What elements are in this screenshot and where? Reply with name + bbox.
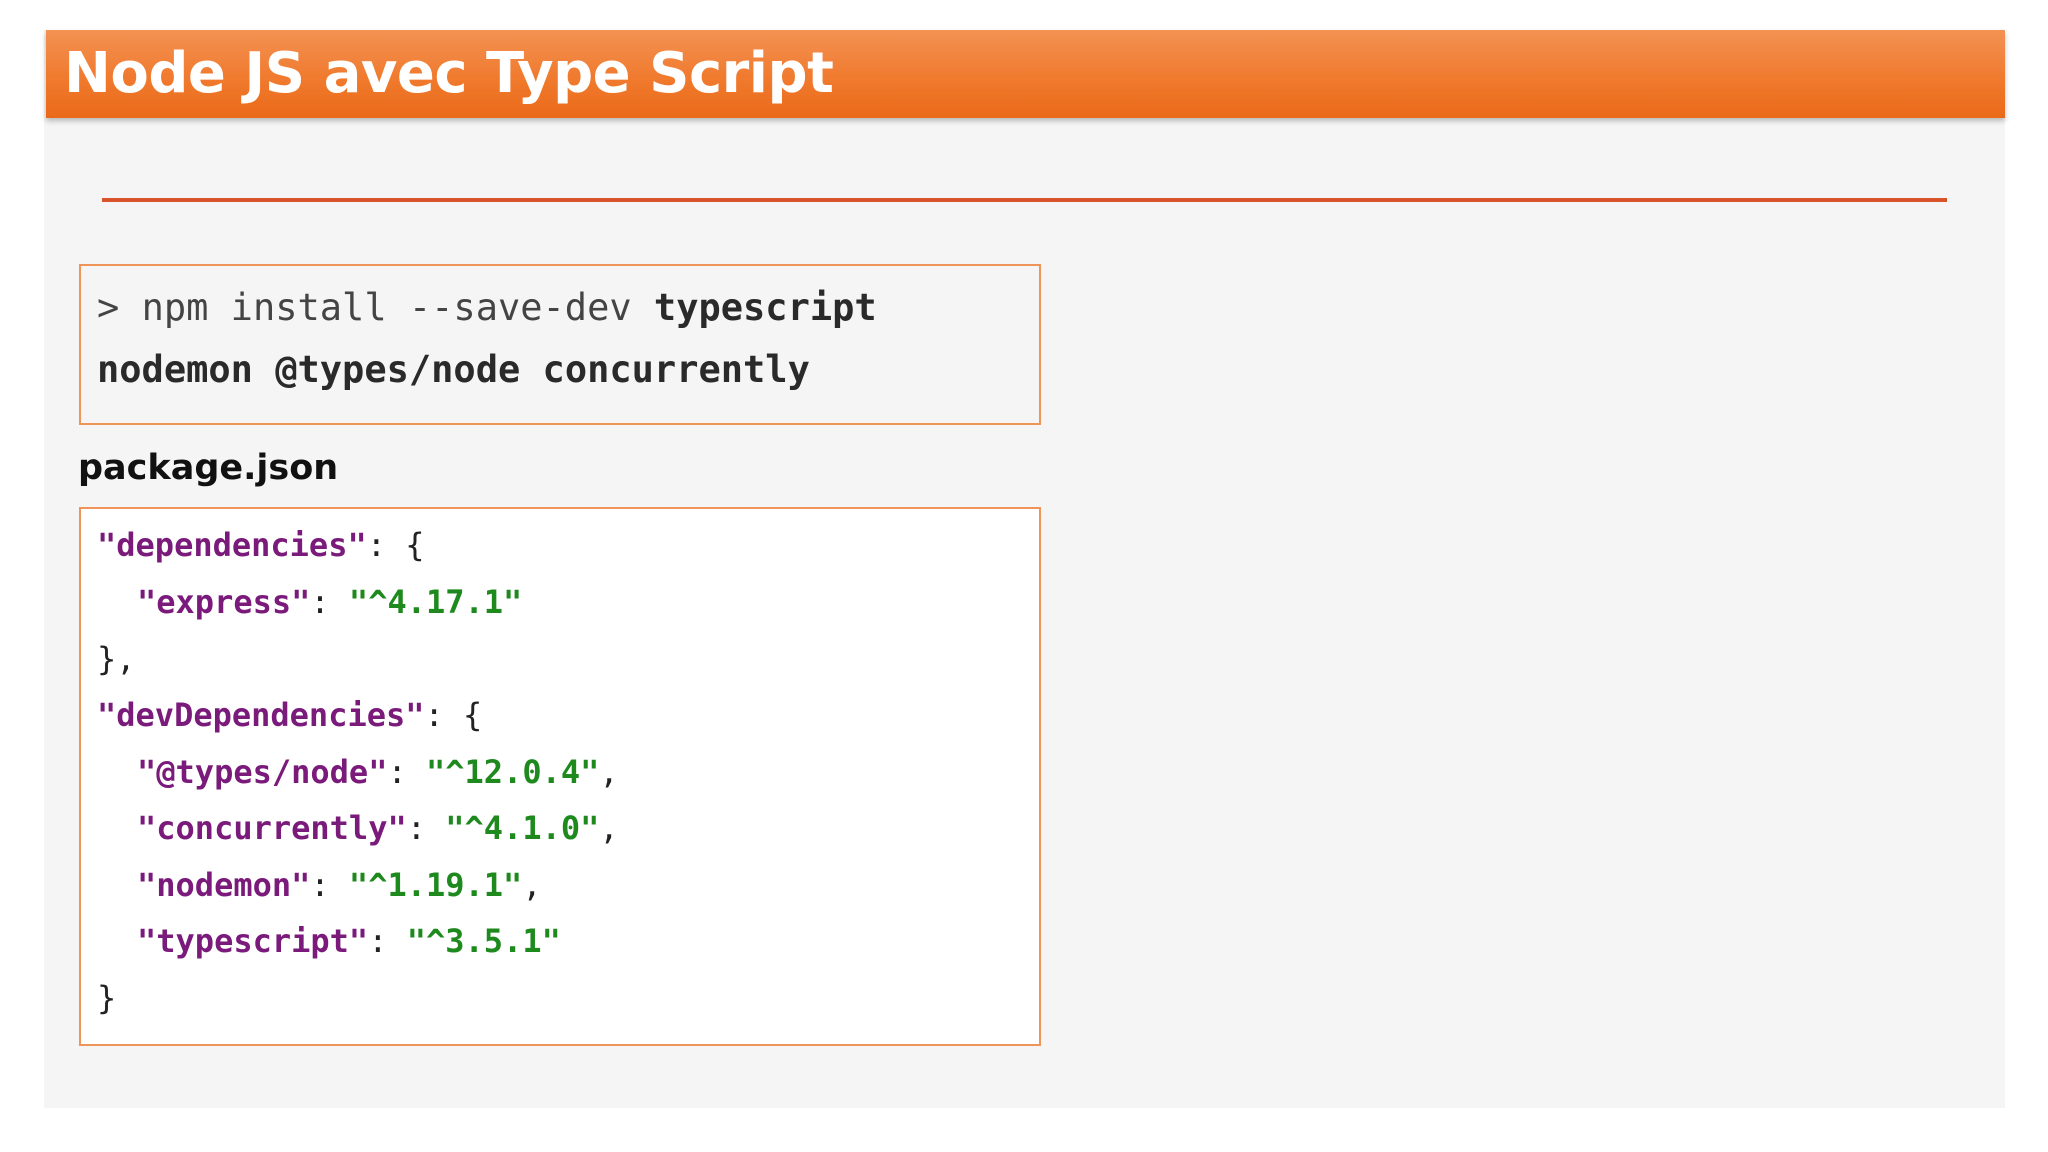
json-comma: ,	[599, 753, 619, 791]
json-value-express: "^4.17.1"	[348, 583, 523, 621]
package-json-code-box: "dependencies": { "express": "^4.17.1" }…	[79, 507, 1041, 1046]
json-colon: :	[310, 583, 349, 621]
json-open-brace: : {	[366, 526, 425, 564]
code-line-dev-dependencies: "devDependencies": {	[97, 695, 482, 735]
code-line-concurrently: "concurrently": "^4.1.0",	[137, 808, 619, 848]
command-package-typescript: typescript	[653, 286, 877, 329]
command-line-1: > npm install --save-dev typescript	[97, 286, 877, 330]
code-line-types-node: "@types/node": "^12.0.4",	[137, 752, 619, 792]
json-key-types-node: "@types/node"	[137, 753, 388, 791]
code-line-typescript: "typescript": "^3.5.1"	[137, 921, 561, 961]
json-key-express: "express"	[137, 583, 311, 621]
json-close-brace: }	[97, 979, 117, 1017]
json-value-nodemon: "^1.19.1"	[348, 866, 523, 904]
json-key-dependencies: "dependencies"	[97, 526, 367, 564]
json-colon: :	[387, 753, 426, 791]
command-base: npm install --save-dev	[141, 286, 632, 329]
json-value-typescript: "^3.5.1"	[406, 922, 561, 960]
json-comma: ,	[522, 866, 542, 904]
slide-title: Node JS avec Type Script	[64, 41, 834, 106]
json-colon: :	[406, 809, 446, 847]
code-line-close-dependencies: },	[97, 639, 136, 679]
json-comma: ,	[599, 809, 619, 847]
package-json-label: package.json	[78, 448, 339, 488]
command-package-nodemon: nodemon	[97, 348, 253, 391]
code-line-dependencies: "dependencies": {	[97, 525, 425, 565]
json-close-brace-comma: },	[97, 640, 136, 678]
json-key-concurrently: "concurrently"	[137, 809, 407, 847]
json-value-concurrently: "^4.1.0"	[445, 809, 600, 847]
json-key-dev-dependencies: "devDependencies"	[97, 696, 425, 734]
command-line-2: nodemon @types/node concurrently	[97, 348, 810, 392]
code-line-close: }	[97, 978, 116, 1018]
command-prompt: >	[97, 286, 120, 329]
command-package-concurrently: concurrently	[542, 348, 810, 391]
code-line-express: "express": "^4.17.1"	[137, 582, 522, 622]
json-key-typescript: "typescript"	[137, 922, 369, 960]
json-key-nodemon: "nodemon"	[137, 866, 311, 904]
json-open-brace: : {	[424, 696, 483, 734]
json-colon: :	[368, 922, 407, 960]
slide-title-bar: Node JS avec Type Script	[46, 30, 2005, 118]
json-value-types-node: "^12.0.4"	[425, 753, 600, 791]
npm-command-box: > npm install --save-dev typescript node…	[79, 264, 1041, 425]
json-colon: :	[310, 866, 349, 904]
code-line-nodemon: "nodemon": "^1.19.1",	[137, 865, 542, 905]
command-package-types-node: @types/node	[275, 348, 521, 391]
title-divider	[102, 198, 1947, 202]
